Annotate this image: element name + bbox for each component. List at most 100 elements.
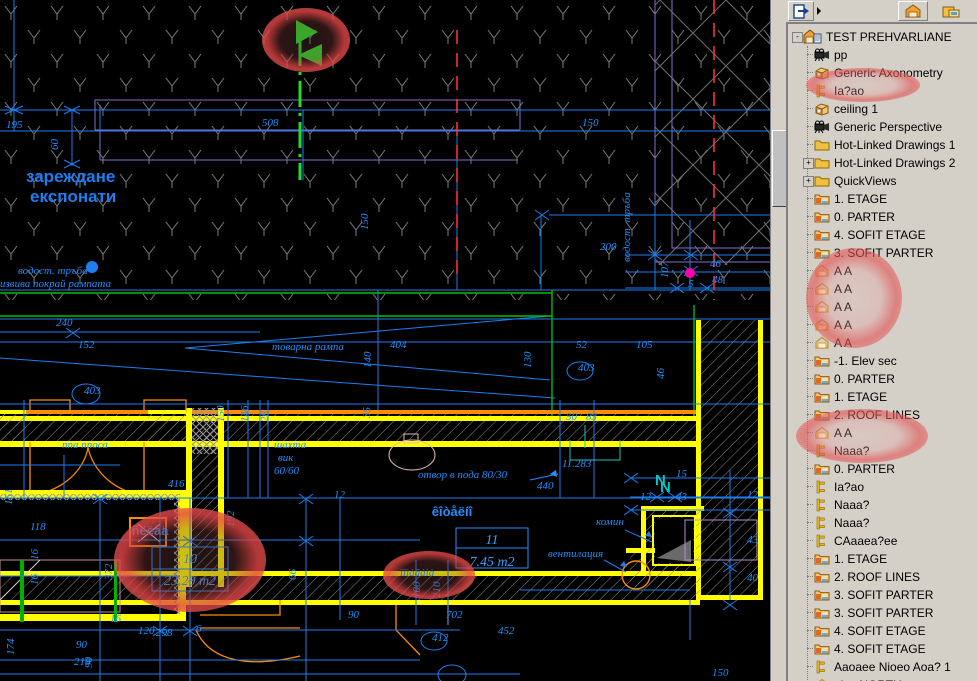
section-icon	[814, 534, 830, 548]
publisher-icon[interactable]	[788, 1, 814, 21]
tree-connector	[807, 90, 813, 92]
tree-item-1-etage[interactable]: 1. ETAGE	[788, 388, 977, 406]
tree-item-pp[interactable]: pp	[788, 46, 977, 64]
room-number-text: 10	[183, 552, 197, 567]
tree-item-label: 4. SOFIT ETAGE	[834, 642, 926, 656]
cad-vertical-scrollbar[interactable]	[770, 0, 787, 681]
tree-item-label: A A	[834, 318, 853, 332]
tree-item-label: A A	[834, 300, 853, 314]
scrollbar-thumb[interactable]	[772, 130, 787, 207]
dimension-text: 12	[747, 489, 759, 501]
cad-drawing-canvas[interactable]: N N 195 60 508 150 150 200 107 46 48 5 240 152 404 14…	[0, 0, 770, 681]
tree-item-1-etage[interactable]: 1. ETAGE	[788, 550, 977, 568]
tree-item-label: Generic Axonometry	[834, 66, 943, 80]
section-icon	[814, 480, 830, 494]
project-map-icon[interactable]	[898, 1, 928, 21]
dimension-text: 90	[76, 639, 88, 651]
tree-connector	[807, 126, 813, 128]
axon-box-icon	[814, 66, 830, 80]
tree-item-ia-ao[interactable]: Ia?ao	[788, 82, 977, 100]
tree-item-label: Ia?ao	[834, 84, 865, 98]
tree-item-hot-linked-drawings-2[interactable]: + Hot-Linked Drawings 2	[788, 154, 977, 172]
room-name-text: ñëëàä	[132, 523, 170, 538]
tree-item-2-roof-lines[interactable]: 2. ROOF LINES	[788, 406, 977, 424]
tree-item-expander[interactable]: +	[803, 158, 814, 169]
tree-item-a-a[interactable]: A A	[788, 298, 977, 316]
tree-item-label: CAaaea?ee	[834, 534, 898, 548]
tree-item-expander[interactable]: +	[803, 176, 814, 187]
tree-item-3-sofit-parter[interactable]: 3. SOFIT PARTER	[788, 586, 977, 604]
dimension-text: 43	[676, 491, 688, 503]
tree-item-hot-linked-drawings-1[interactable]: Hot-Linked Drawings 1	[788, 136, 977, 154]
tree-item-naaa[interactable]: Naaa?	[788, 514, 977, 532]
tree-item-1-etage[interactable]: 1. ETAGE	[788, 190, 977, 208]
tree-connector	[807, 144, 813, 146]
cad-note-text: водост. тръба	[621, 192, 633, 262]
tree-item-elev-north[interactable]: elev NORTH	[788, 676, 977, 681]
tree-item-naaa[interactable]: Naaa?	[788, 442, 977, 460]
tree-item-a-a[interactable]: A A	[788, 280, 977, 298]
tree-item-a-a[interactable]: A A	[788, 334, 977, 352]
section-icon	[814, 498, 830, 512]
story-icon	[814, 624, 830, 638]
elevation-icon	[814, 282, 830, 296]
cad-note-text: водост. тръба	[18, 265, 88, 277]
navigator-panel: - TEST PREHVARLIANE pp Generic Axonometry…	[786, 0, 977, 681]
tree-item-label: Naaa?	[834, 444, 870, 458]
tree-item-label: Aaoaee Nioeo Aoa? 1	[834, 660, 951, 674]
view-map-icon[interactable]	[936, 1, 966, 21]
tree-connector	[807, 306, 813, 308]
tree-item-4-sofit-etage[interactable]: 4. SOFIT ETAGE	[788, 226, 977, 244]
dimension-text: 508	[262, 117, 279, 129]
tree-item-aaoaee-nioeo-aoa-1[interactable]: Aaoaee Nioeo Aoa? 1	[788, 658, 977, 676]
tree-root-node[interactable]: - TEST PREHVARLIANE	[788, 28, 977, 46]
tree-item-1-elev-sec[interactable]: -1. Elev sec	[788, 352, 977, 370]
tree-item-4-sofit-etage[interactable]: 4. SOFIT ETAGE	[788, 622, 977, 640]
tree-connector	[807, 252, 813, 254]
tree-item-3-sofit-parter[interactable]: 3. SOFIT PARTER	[788, 604, 977, 622]
tree-item-label: A A	[834, 264, 853, 278]
tree-item-3-sofit-parter[interactable]: 3. SOFIT PARTER	[788, 244, 977, 262]
tree-connector	[807, 234, 813, 236]
tree-item-caaaea-ee[interactable]: CAaaea?ee	[788, 532, 977, 550]
elevation-icon	[814, 426, 830, 440]
tree-item-0-parter[interactable]: 0. PARTER	[788, 208, 977, 226]
room-small-label: ïîìàãàìà	[400, 567, 435, 579]
dimension-text: 28	[259, 411, 271, 423]
cad-note-text: 60/60	[274, 465, 300, 477]
tree-item-ceiling-1[interactable]: ceiling 1	[788, 100, 977, 118]
tree-item-generic-perspective[interactable]: Generic Perspective	[788, 118, 977, 136]
story-icon	[814, 642, 830, 656]
dropdown-arrow-icon[interactable]	[817, 7, 821, 15]
tree-item-0-parter[interactable]: 0. PARTER	[788, 370, 977, 388]
tree-item-2-roof-lines[interactable]: 2. ROOF LINES	[788, 568, 977, 586]
story-icon	[814, 570, 830, 584]
tree-item-generic-axonometry[interactable]: Generic Axonometry	[788, 64, 977, 82]
tree-item-ia-ao[interactable]: Ia?ao	[788, 478, 977, 496]
tree-item-0-parter[interactable]: 0. PARTER	[788, 460, 977, 478]
dimension-text: 40	[747, 572, 759, 584]
dimension-text: 174	[5, 638, 17, 655]
dimension-text: 46	[655, 368, 667, 380]
tree-item-label: ceiling 1	[834, 102, 879, 116]
section-icon	[814, 660, 830, 674]
dimension-text: 298	[156, 627, 173, 639]
tree-item-label: 1. ETAGE	[834, 552, 888, 566]
app-window: N N 195 60 508 150 150 200 107 46 48 5 240 152 404 14…	[0, 0, 977, 681]
tree-item-a-a[interactable]: A A	[788, 262, 977, 280]
tree-item-a-a[interactable]: A A	[788, 424, 977, 442]
tree-connector	[807, 486, 813, 488]
dimension-text: 6	[196, 623, 202, 635]
tree-connector	[807, 630, 813, 632]
tree-item-4-sofit-etage[interactable]: 4. SOFIT ETAGE	[788, 640, 977, 658]
tree-item-naaa[interactable]: Naaa?	[788, 496, 977, 514]
tree-item-label: 4. SOFIT ETAGE	[834, 624, 926, 638]
dimension-text: 372	[103, 563, 115, 581]
dimension-text: 15	[676, 468, 688, 480]
tree-item-label: Naaa?	[834, 516, 870, 530]
tree-item-quickviews[interactable]: + QuickViews	[788, 172, 977, 190]
tree-item-label: elev NORTH	[834, 676, 902, 681]
tree-item-a-a[interactable]: A A	[788, 316, 977, 334]
project-tree-scroll-area[interactable]: - TEST PREHVARLIANE pp Generic Axonometry…	[786, 22, 977, 681]
dimension-text: 140	[362, 351, 374, 368]
